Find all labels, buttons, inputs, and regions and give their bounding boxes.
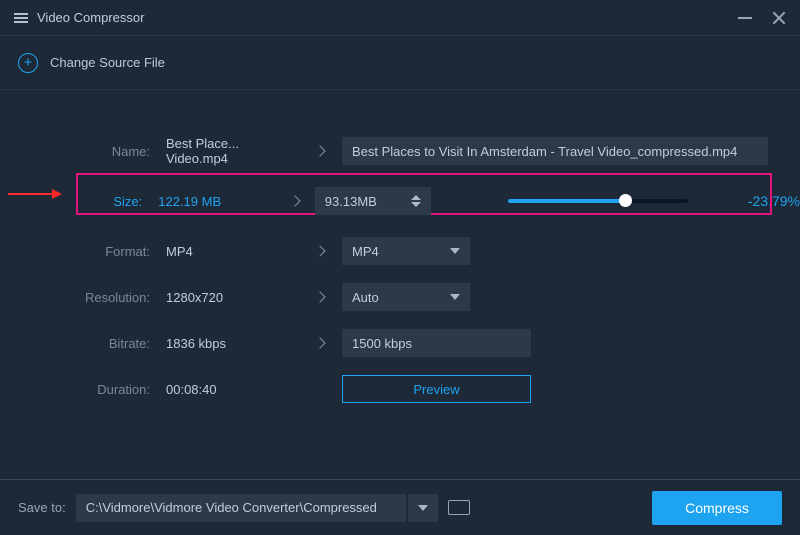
chevron-right-icon xyxy=(314,291,325,302)
output-name-field[interactable]: Best Places to Visit In Amsterdam - Trav… xyxy=(342,137,768,165)
label-format: Format: xyxy=(80,244,150,259)
output-resolution-text: Auto xyxy=(352,290,379,305)
value-name: Best Place... Video.mp4 xyxy=(150,136,298,166)
toolbar: + Change Source File xyxy=(0,36,800,90)
plus-circle-icon: + xyxy=(18,53,38,73)
output-format-text: MP4 xyxy=(352,244,379,259)
slider-thumb[interactable] xyxy=(619,194,632,207)
value-bitrate: 1836 kbps xyxy=(150,336,298,351)
value-duration: 00:08:40 xyxy=(150,382,298,397)
titlebar: Video Compressor xyxy=(0,0,800,36)
caret-down-icon xyxy=(450,294,460,300)
preview-button[interactable]: Preview xyxy=(342,375,531,403)
size-percent: -23.79% xyxy=(748,193,800,209)
spinner-buttons[interactable] xyxy=(411,195,421,207)
chevron-right-icon xyxy=(314,337,325,348)
app-title: Video Compressor xyxy=(37,10,144,25)
row-format: Format: MP4 MP4 xyxy=(0,228,800,274)
save-path-field[interactable]: C:\Vidmore\Vidmore Video Converter\Compr… xyxy=(76,494,406,522)
value-format: MP4 xyxy=(150,244,298,259)
size-slider[interactable] xyxy=(508,199,688,203)
output-bitrate-text: 1500 kbps xyxy=(352,336,412,351)
output-size-spinner[interactable]: 93.13MB xyxy=(315,187,431,215)
output-resolution-select[interactable]: Auto xyxy=(342,283,470,311)
label-resolution: Resolution: xyxy=(80,290,150,305)
save-to-label: Save to: xyxy=(18,500,66,515)
app-logo-icon xyxy=(14,11,28,25)
compress-button-label: Compress xyxy=(685,500,749,516)
chevron-up-icon xyxy=(411,195,421,200)
open-folder-button[interactable] xyxy=(448,500,470,515)
save-path-dropdown[interactable] xyxy=(408,494,438,522)
change-source-label: Change Source File xyxy=(50,55,165,70)
row-size: Size: 122.19 MB 93.13MB -23.79% xyxy=(0,178,800,224)
caret-down-icon xyxy=(418,505,428,511)
value-size: 122.19 MB xyxy=(142,194,275,209)
output-format-select[interactable]: MP4 xyxy=(342,237,470,265)
value-resolution: 1280x720 xyxy=(150,290,298,305)
caret-down-icon xyxy=(450,248,460,254)
footer: Save to: C:\Vidmore\Vidmore Video Conver… xyxy=(0,479,800,535)
row-resolution: Resolution: 1280x720 Auto xyxy=(0,274,800,320)
slider-fill xyxy=(508,199,625,203)
output-bitrate-field[interactable]: 1500 kbps xyxy=(342,329,531,357)
row-name: Name: Best Place... Video.mp4 Best Place… xyxy=(0,128,800,174)
row-duration: Duration: 00:08:40 Preview xyxy=(0,366,800,412)
annotation-arrow xyxy=(8,189,62,199)
label-name: Name: xyxy=(80,144,150,159)
label-duration: Duration: xyxy=(80,382,150,397)
window-minimize-button[interactable] xyxy=(738,17,752,19)
chevron-down-icon xyxy=(411,202,421,207)
label-bitrate: Bitrate: xyxy=(80,336,150,351)
output-name-text: Best Places to Visit In Amsterdam - Trav… xyxy=(352,144,737,159)
window-close-button[interactable] xyxy=(772,11,786,25)
compress-button[interactable]: Compress xyxy=(652,491,782,525)
change-source-button[interactable]: + Change Source File xyxy=(18,53,165,73)
output-size-text: 93.13MB xyxy=(325,194,377,209)
chevron-right-icon xyxy=(314,145,325,156)
save-path-text: C:\Vidmore\Vidmore Video Converter\Compr… xyxy=(86,500,377,515)
preview-button-label: Preview xyxy=(413,382,459,397)
label-size: Size: xyxy=(80,194,142,209)
settings-panel: Name: Best Place... Video.mp4 Best Place… xyxy=(0,90,800,422)
row-size-wrapper: Size: 122.19 MB 93.13MB -23.79% xyxy=(0,178,800,224)
chevron-right-icon xyxy=(314,245,325,256)
row-bitrate: Bitrate: 1836 kbps 1500 kbps xyxy=(0,320,800,366)
chevron-right-icon xyxy=(290,195,301,206)
